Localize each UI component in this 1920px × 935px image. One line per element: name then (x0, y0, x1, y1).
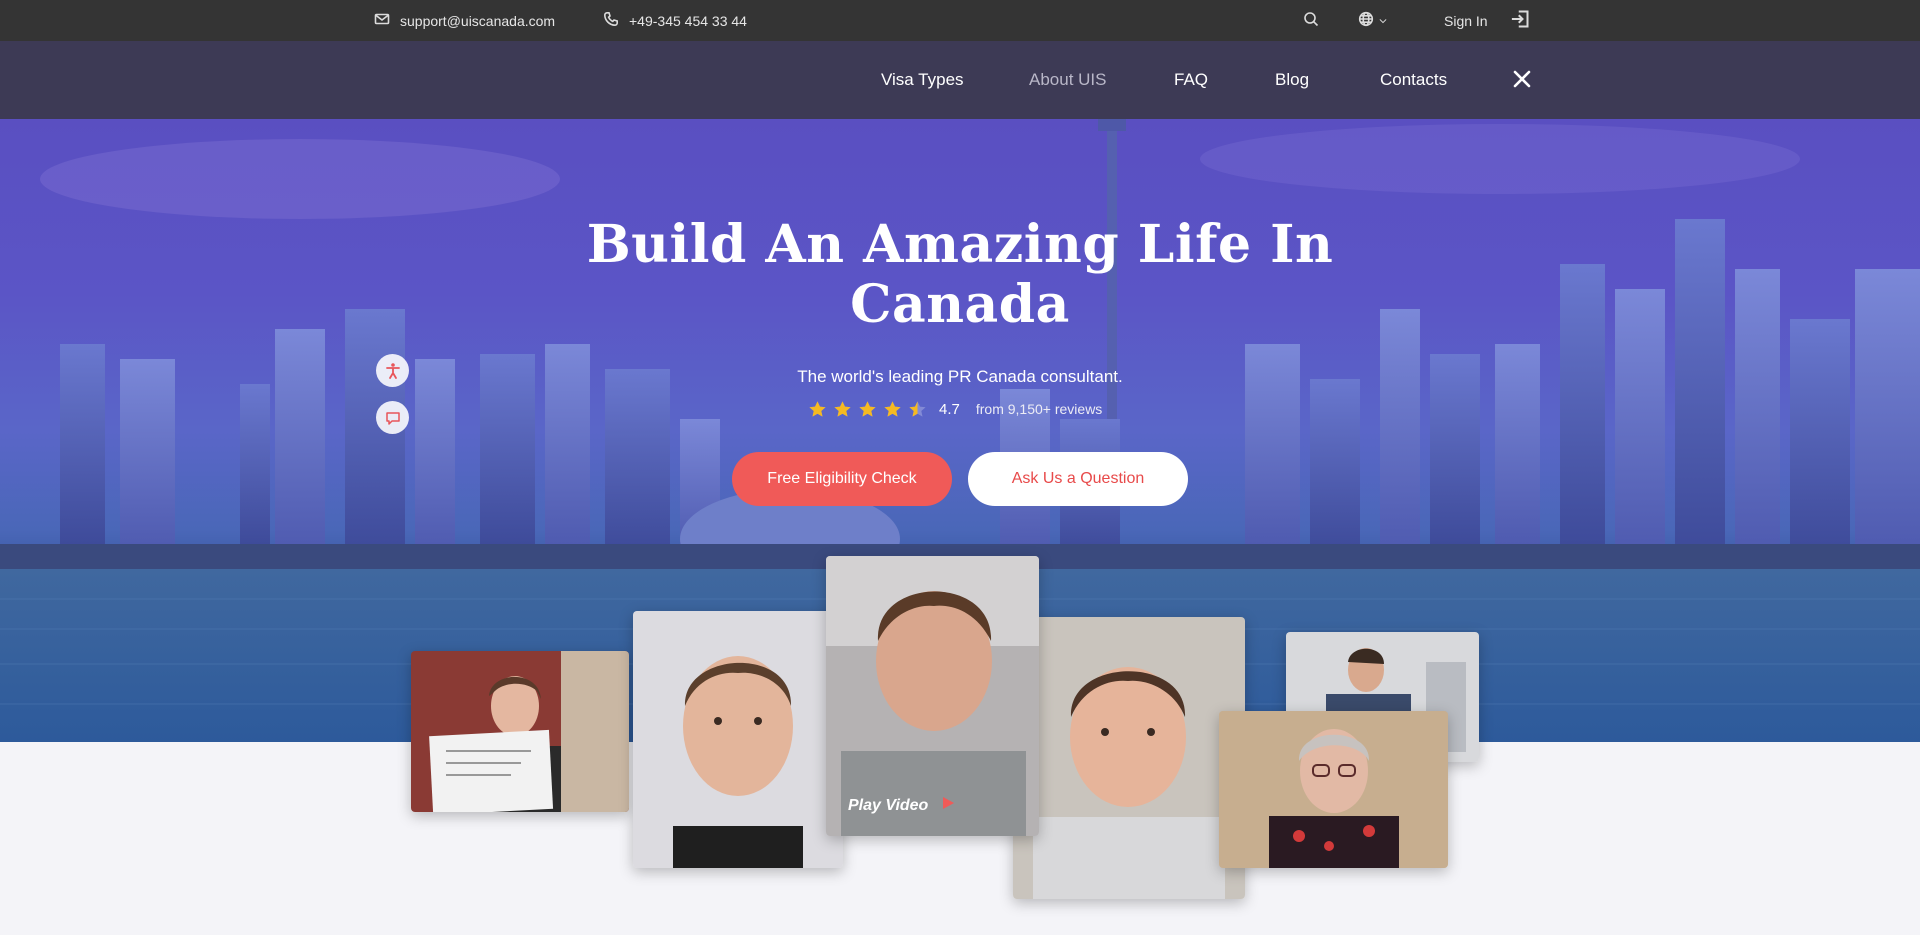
sign-in-link[interactable]: Sign In (1444, 0, 1530, 41)
testimonial-video-1[interactable] (411, 651, 629, 812)
hero-title: Build An Amazing Life In Canada (560, 215, 1360, 335)
testimonial-thumbnail (633, 611, 843, 868)
star-icon (909, 400, 926, 417)
testimonial-thumbnail (1013, 617, 1245, 899)
play-video-label: Play Video (848, 796, 929, 814)
star-icon (884, 400, 901, 417)
accessibility-icon[interactable] (376, 354, 409, 387)
phone-text: +49-345 454 33 44 (629, 12, 747, 29)
main-nav: Visa Types About UIS FAQ Blog Contacts (0, 41, 1920, 119)
rating-stars (808, 400, 927, 419)
testimonial-thumbnail (1219, 711, 1448, 868)
testimonial-thumbnail (411, 651, 629, 812)
sign-in-icon (1510, 9, 1530, 32)
email-text: support@uiscanada.com (400, 12, 556, 29)
email-link[interactable]: support@uiscanada.com (374, 0, 555, 41)
testimonial-video-2[interactable] (633, 611, 843, 868)
search-icon (1303, 11, 1319, 30)
nav-item-about-uis[interactable]: About UIS (1029, 41, 1107, 119)
sign-in-text: Sign In (1444, 12, 1488, 29)
star-icon (859, 400, 876, 417)
play-video-button[interactable]: Play Video (848, 795, 956, 816)
hero-subtitle: The world's leading PR Canada consultant… (797, 367, 1123, 386)
chevron-down-icon (1378, 13, 1388, 29)
rating-reviews: from 9,150+ reviews (975, 401, 1103, 417)
testimonial-video-4[interactable] (1013, 617, 1245, 899)
globe-icon (1358, 11, 1374, 30)
free-eligibility-check-button[interactable]: Free Eligibility Check (732, 452, 952, 506)
hero-title-line2: Canada (850, 274, 1070, 335)
testimonial-thumbnail (826, 556, 1039, 836)
play-icon (940, 795, 956, 816)
phone-icon (603, 11, 619, 30)
nav-item-visa-types[interactable]: Visa Types (881, 41, 964, 119)
language-selector[interactable] (1358, 0, 1388, 41)
nav-item-blog[interactable]: Blog (1275, 41, 1309, 119)
testimonial-video-5[interactable] (1219, 711, 1448, 868)
hero-title-line1: Build An Amazing Life In (586, 214, 1334, 275)
close-icon[interactable] (1510, 67, 1534, 93)
mail-icon (374, 11, 390, 30)
chat-icon[interactable] (376, 401, 409, 434)
top-bar: support@uiscanada.com +49-345 454 33 44 … (0, 0, 1920, 41)
nav-item-faq[interactable]: FAQ (1174, 41, 1208, 119)
star-icon (809, 400, 826, 417)
nav-item-contacts[interactable]: Contacts (1380, 41, 1447, 119)
rating-score: 4.7 (939, 400, 960, 418)
search-button[interactable] (1303, 0, 1319, 41)
rating-summary: 4.7 from 9,150+ reviews (808, 396, 1102, 422)
testimonial-video-3[interactable]: Play Video (826, 556, 1039, 836)
ask-question-button[interactable]: Ask Us a Question (968, 452, 1188, 506)
phone-link[interactable]: +49-345 454 33 44 (603, 0, 747, 41)
star-icon (834, 400, 851, 417)
